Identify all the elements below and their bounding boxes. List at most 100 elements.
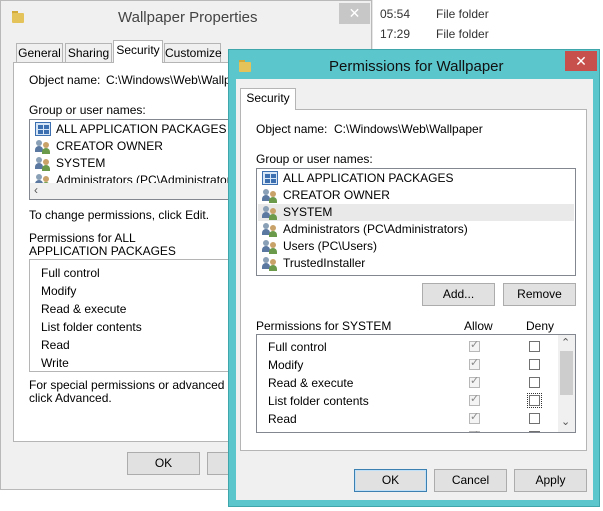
- scroll-up-icon[interactable]: ⌃: [561, 336, 570, 349]
- users-icon: [35, 139, 51, 154]
- group-name: CREATOR OWNER: [56, 139, 163, 153]
- users-icon: [262, 188, 278, 203]
- group-name: TrustedInstaller: [283, 256, 366, 270]
- group-name: SYSTEM: [283, 205, 333, 219]
- users-icon: [262, 256, 278, 271]
- tab-security[interactable]: Security: [240, 88, 296, 110]
- allow-checkbox-partial: [469, 428, 480, 432]
- permission-row: Modify: [257, 356, 557, 374]
- deny-checkbox-partial: [529, 431, 540, 432]
- ok-button[interactable]: OK: [354, 469, 427, 492]
- deny-checkbox[interactable]: [529, 413, 540, 424]
- deny-checkbox[interactable]: [527, 393, 542, 408]
- list-item[interactable]: ALL APPLICATION PACKAGES: [261, 170, 561, 187]
- item-type: File folder: [436, 7, 489, 21]
- folder-icon: [239, 60, 251, 72]
- deny-checkbox[interactable]: [529, 377, 540, 388]
- horizontal-scrollbar[interactable]: ‹: [30, 183, 233, 199]
- packages-icon: [35, 122, 51, 136]
- permission-name: List folder contents: [268, 394, 369, 408]
- group-name: Administrators (PC\Administrators): [283, 222, 468, 236]
- packages-icon: [262, 171, 278, 185]
- tab-security[interactable]: Security: [113, 40, 163, 63]
- object-name-value: C:\Windows\Web\Wallpaper: [334, 122, 483, 136]
- close-icon: ✕: [348, 5, 361, 21]
- group-names-list[interactable]: ALL APPLICATION PACKAGES CREATOR OWNER S…: [29, 119, 234, 200]
- group-names-list[interactable]: ALL APPLICATION PACKAGES CREATOR OWNER S…: [256, 168, 576, 276]
- permissions-list: Full control Modify Read & execute List …: [29, 259, 234, 372]
- list-item[interactable]: Administrators (PC\Administrators): [261, 221, 561, 238]
- permission-name: Read & execute: [41, 302, 127, 316]
- allow-checkbox[interactable]: [469, 338, 480, 352]
- group-name: ALL APPLICATION PACKAGES: [283, 171, 454, 185]
- scroll-thumb[interactable]: [560, 351, 573, 395]
- permission-name: Write: [41, 356, 69, 370]
- close-icon: ✕: [575, 53, 587, 69]
- allow-checkbox[interactable]: [469, 392, 480, 406]
- deny-checkbox[interactable]: [529, 341, 540, 352]
- ok-button[interactable]: OK: [127, 452, 200, 475]
- list-item[interactable]: TrustedInstaller: [261, 255, 561, 272]
- permission-name: Modify: [268, 358, 304, 372]
- tab-customize[interactable]: Customize: [164, 43, 222, 63]
- group-name: Users (PC\Users): [283, 239, 378, 253]
- modified-time: 17:29: [380, 27, 411, 41]
- window-title: Wallpaper Properties: [118, 9, 258, 26]
- permission-row: Read: [257, 410, 557, 428]
- list-item[interactable]: 05:54 File folder: [372, 3, 603, 25]
- list-item[interactable]: ALL APPLICATION PACKAGES: [34, 121, 230, 138]
- object-name-value: C:\Windows\Web\Wallpa: [106, 73, 238, 87]
- title-bar[interactable]: Wallpaper Properties ✕: [1, 1, 371, 35]
- deny-checkbox[interactable]: [529, 359, 540, 370]
- change-permissions-hint: To change permissions, click Edit.: [29, 208, 210, 222]
- permissions-for-label-line1: Permissions for ALL: [29, 231, 136, 245]
- scroll-left-icon[interactable]: ‹: [34, 183, 38, 197]
- list-item[interactable]: CREATOR OWNER: [261, 187, 561, 204]
- remove-button[interactable]: Remove: [503, 283, 576, 306]
- tab-label: Customize: [165, 46, 222, 60]
- allow-checkbox[interactable]: [469, 374, 480, 388]
- permissions-list[interactable]: Full control Modify Read & execute List …: [256, 334, 576, 433]
- item-type: File folder: [436, 27, 489, 41]
- permission-name: Full control: [41, 266, 100, 280]
- object-name-label: Object name:: [256, 122, 328, 136]
- permission-name: List folder contents: [41, 320, 142, 334]
- apply-button[interactable]: Apply: [514, 469, 587, 492]
- deny-column-header: Deny: [526, 319, 555, 333]
- list-item[interactable]: 17:29 File folder: [372, 23, 603, 45]
- scroll-down-icon[interactable]: ⌄: [561, 415, 570, 428]
- title-bar[interactable]: Permissions for Wallpaper ✕: [229, 50, 599, 79]
- modified-time: 05:54: [380, 7, 411, 21]
- group-name: CREATOR OWNER: [283, 188, 390, 202]
- permission-name: Read: [268, 412, 297, 426]
- tab-label: Sharing: [67, 46, 110, 60]
- allow-checkbox[interactable]: [469, 410, 480, 424]
- list-item[interactable]: Users (PC\Users): [261, 238, 561, 255]
- cancel-button[interactable]: Cancel: [434, 469, 507, 492]
- permission-row: List folder contents: [257, 392, 557, 410]
- object-name-label: Object name:: [29, 73, 101, 87]
- list-item-selected[interactable]: SYSTEM: [258, 204, 574, 221]
- permissions-client-area: Security Object name: C:\Windows\Web\Wal…: [236, 79, 593, 500]
- tab-label: Security: [116, 43, 160, 57]
- close-button[interactable]: ✕: [339, 3, 370, 24]
- group-names-label: Group or user names:: [256, 152, 373, 166]
- users-icon: [262, 222, 278, 237]
- allow-checkbox[interactable]: [469, 356, 480, 370]
- add-button[interactable]: Add...: [422, 283, 495, 306]
- vertical-scrollbar[interactable]: ⌃ ⌄: [558, 335, 575, 432]
- special-permissions-hint-line2: click Advanced.: [29, 391, 112, 405]
- permission-row: Read & execute: [257, 374, 557, 392]
- group-names-label: Group or user names:: [29, 103, 146, 117]
- permissions-window: Permissions for Wallpaper ✕ Security Obj…: [228, 49, 600, 507]
- permission-name: Read: [41, 338, 70, 352]
- permission-name: Full control: [268, 340, 327, 354]
- tab-label: Security: [246, 91, 290, 105]
- close-button[interactable]: ✕: [565, 51, 597, 71]
- tab-label: General: [18, 46, 61, 60]
- users-icon: [262, 205, 278, 220]
- group-name: SYSTEM: [56, 156, 106, 170]
- tab-general[interactable]: General: [16, 43, 63, 63]
- tab-sharing[interactable]: Sharing: [65, 43, 112, 63]
- permission-name: Modify: [41, 284, 77, 298]
